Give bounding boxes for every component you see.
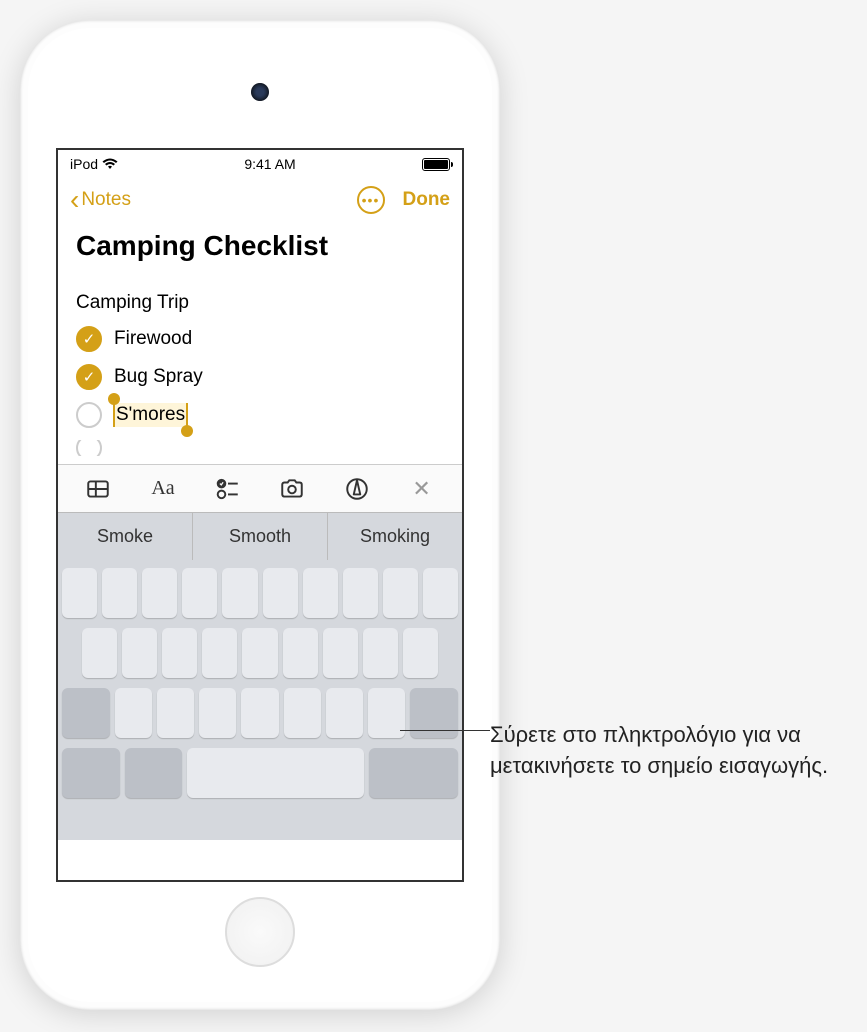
- selection-handle-end[interactable]: [181, 425, 193, 437]
- key-blank[interactable]: [383, 568, 418, 618]
- close-toolbar-button[interactable]: ✕: [403, 473, 441, 505]
- callout-line: [400, 730, 490, 731]
- checkbox-unchecked-icon: [76, 440, 102, 456]
- table-icon: [85, 476, 111, 502]
- camera-button[interactable]: [273, 473, 311, 505]
- device-inner: iPod 9:41 AM ‹ Notes: [28, 28, 492, 1002]
- checklist-icon: [215, 476, 241, 502]
- table-button[interactable]: [79, 473, 117, 505]
- item-label[interactable]: Bug Spray: [114, 366, 203, 388]
- key-row: [62, 628, 458, 678]
- key-blank[interactable]: [284, 688, 321, 738]
- carrier-label: iPod: [70, 156, 98, 172]
- key-blank[interactable]: [199, 688, 236, 738]
- key-blank[interactable]: [423, 568, 458, 618]
- key-return[interactable]: [369, 748, 458, 798]
- key-blank[interactable]: [142, 568, 177, 618]
- item-label[interactable]: Firewood: [114, 328, 192, 350]
- key-row: [62, 748, 458, 798]
- key-blank[interactable]: [343, 568, 378, 618]
- key-blank[interactable]: [222, 568, 257, 618]
- key-blank[interactable]: [241, 688, 278, 738]
- checklist-item[interactable]: ✓ Bug Spray: [76, 364, 444, 390]
- device-frame: iPod 9:41 AM ‹ Notes: [20, 20, 500, 1010]
- text-format-button[interactable]: Aa: [144, 473, 182, 505]
- markup-icon: [344, 476, 370, 502]
- checklist-item[interactable]: S'mores: [76, 402, 444, 428]
- key-blank[interactable]: [122, 628, 157, 678]
- note-title[interactable]: Camping Checklist: [76, 230, 444, 262]
- key-numbers[interactable]: [62, 748, 120, 798]
- key-blank[interactable]: [157, 688, 194, 738]
- callout: Σύρετε στο πληκτρολόγιο για να μετακινήσ…: [490, 720, 840, 782]
- home-button[interactable]: [225, 897, 295, 967]
- key-blank[interactable]: [242, 628, 277, 678]
- key-space[interactable]: [187, 748, 364, 798]
- status-right: [422, 158, 450, 171]
- more-button[interactable]: •••: [357, 186, 385, 214]
- checkbox-checked-icon[interactable]: ✓: [76, 326, 102, 352]
- format-icon: Aa: [151, 477, 174, 500]
- checklist-item[interactable]: ✓ Firewood: [76, 326, 444, 352]
- wifi-icon: [102, 158, 118, 170]
- checklist-button[interactable]: [209, 473, 247, 505]
- key-row: [62, 568, 458, 618]
- item-label: S'mores: [116, 404, 185, 425]
- key-blank[interactable]: [323, 628, 358, 678]
- checkbox-checked-icon[interactable]: ✓: [76, 364, 102, 390]
- nav-right: ••• Done: [357, 186, 451, 214]
- key-blank[interactable]: [303, 568, 338, 618]
- device-bezel-top: [28, 28, 492, 138]
- key-blank[interactable]: [363, 628, 398, 678]
- key-emoji[interactable]: [125, 748, 183, 798]
- key-row: [62, 688, 458, 738]
- keyboard-trackpad[interactable]: [58, 560, 462, 840]
- done-button[interactable]: Done: [403, 189, 451, 211]
- battery-icon: [422, 158, 450, 171]
- markup-button[interactable]: [338, 473, 376, 505]
- back-label: Notes: [81, 189, 131, 211]
- list-header[interactable]: Camping Trip: [76, 292, 444, 314]
- quicktype-bar: Smoke Smooth Smoking: [58, 512, 462, 560]
- key-blank[interactable]: [162, 628, 197, 678]
- selected-text[interactable]: S'mores: [114, 403, 187, 427]
- chevron-left-icon: ‹: [70, 186, 79, 214]
- suggestion[interactable]: Smoking: [328, 513, 462, 560]
- format-toolbar: Aa: [58, 464, 462, 512]
- status-bar: iPod 9:41 AM: [58, 150, 462, 178]
- screen: iPod 9:41 AM ‹ Notes: [56, 148, 464, 882]
- key-blank[interactable]: [202, 628, 237, 678]
- status-left: iPod: [70, 156, 118, 172]
- checkbox-unchecked-icon[interactable]: [76, 402, 102, 428]
- key-blank[interactable]: [263, 568, 298, 618]
- time-label: 9:41 AM: [244, 156, 295, 172]
- selection-handle-start[interactable]: [108, 393, 120, 405]
- note-content[interactable]: Camping Checklist Camping Trip ✓ Firewoo…: [58, 222, 462, 464]
- nav-bar: ‹ Notes ••• Done: [58, 178, 462, 222]
- back-button[interactable]: ‹ Notes: [70, 186, 131, 214]
- camera-icon: [279, 476, 305, 502]
- key-blank[interactable]: [182, 568, 217, 618]
- key-blank[interactable]: [82, 628, 117, 678]
- key-shift[interactable]: [62, 688, 110, 738]
- close-icon: ✕: [412, 476, 430, 502]
- suggestion[interactable]: Smoke: [58, 513, 193, 560]
- key-blank[interactable]: [102, 568, 137, 618]
- suggestion[interactable]: Smooth: [193, 513, 328, 560]
- ellipsis-icon: •••: [362, 192, 380, 208]
- key-blank[interactable]: [403, 628, 438, 678]
- callout-text: Σύρετε στο πληκτρολόγιο για να μετακινήσ…: [490, 720, 840, 782]
- key-blank[interactable]: [283, 628, 318, 678]
- key-blank[interactable]: [62, 568, 97, 618]
- key-blank[interactable]: [115, 688, 152, 738]
- key-blank[interactable]: [326, 688, 363, 738]
- checklist-item-partial: [76, 440, 444, 456]
- device-camera: [251, 83, 269, 101]
